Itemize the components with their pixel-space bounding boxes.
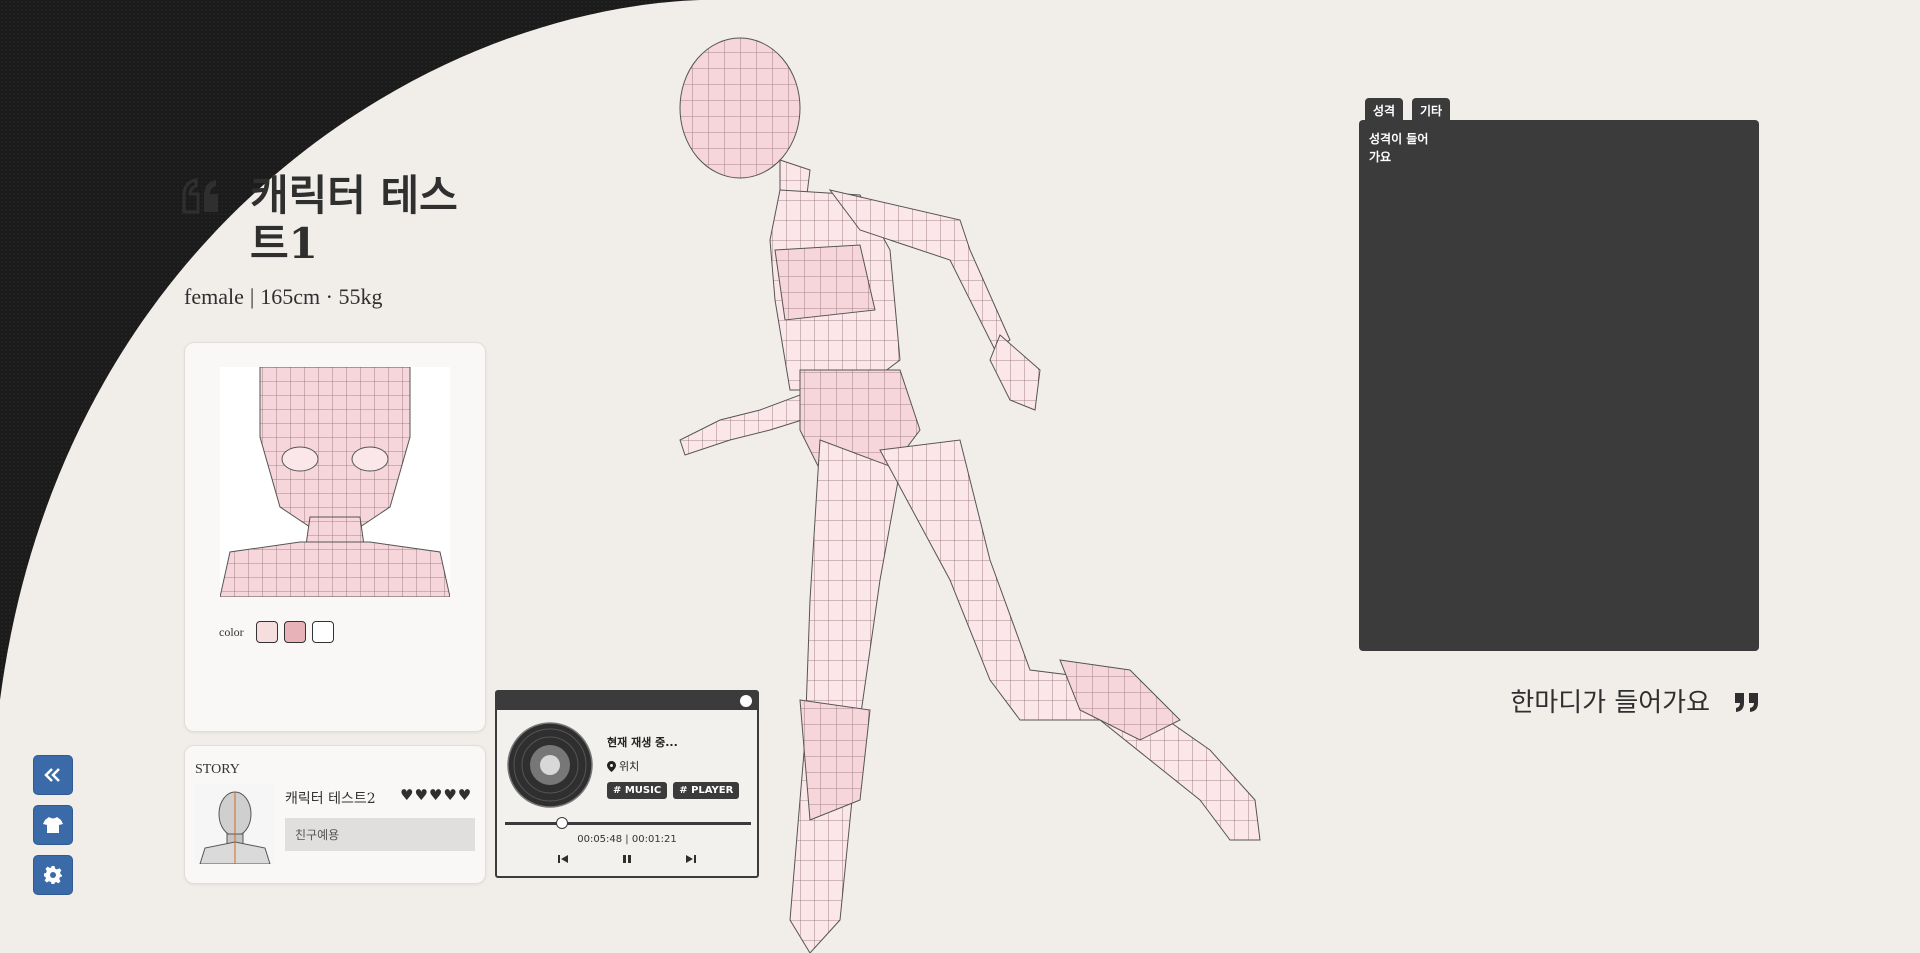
previous-track-icon[interactable] bbox=[556, 852, 570, 866]
color-label: color bbox=[219, 624, 244, 639]
location-pin-icon bbox=[607, 760, 616, 772]
now-playing-label: 현재 재생 중... bbox=[607, 736, 678, 749]
relationship-text: 친구예용 bbox=[285, 818, 475, 851]
open-quote-icon bbox=[182, 178, 218, 214]
tab-other[interactable]: 기타 bbox=[1412, 98, 1451, 122]
track-title: 위치 bbox=[607, 758, 639, 774]
tshirt-icon bbox=[43, 817, 63, 833]
color-swatch-light-pink[interactable] bbox=[255, 621, 278, 643]
gender-text: female bbox=[184, 284, 244, 309]
color-row: color bbox=[219, 621, 334, 643]
affection-hearts: ♥♥♥♥♥ bbox=[400, 786, 473, 804]
quote-text: 한마디가 들어가요 bbox=[1510, 688, 1710, 718]
story-character-name: 캐릭터 테스트2 bbox=[285, 791, 376, 807]
info-separator: | bbox=[249, 284, 255, 309]
character-name: 캐릭터 테스트1 bbox=[250, 171, 458, 268]
story-character-thumbnail[interactable] bbox=[195, 784, 275, 864]
character-info: female | 165cm · 55kg bbox=[184, 284, 382, 310]
track-title-text: 위치 bbox=[619, 760, 640, 773]
settings-button[interactable] bbox=[33, 855, 73, 895]
info-panel: 성격이 들어가요 bbox=[1359, 120, 1759, 651]
playback-time: 00:05:48 | 00:01:21 bbox=[577, 834, 677, 845]
pause-icon[interactable] bbox=[620, 852, 634, 866]
collapse-button[interactable] bbox=[33, 755, 73, 795]
player-tags: # MUSIC # PLAYER bbox=[607, 782, 740, 799]
next-track-icon[interactable] bbox=[684, 852, 698, 866]
color-swatch-pink[interactable] bbox=[283, 621, 306, 643]
panel-text: 성격이 들어가요 bbox=[1369, 132, 1429, 164]
player-controls bbox=[497, 852, 757, 866]
color-swatch-white[interactable] bbox=[311, 621, 334, 643]
progress-knob[interactable] bbox=[555, 817, 568, 829]
tag-music[interactable]: # MUSIC bbox=[607, 782, 668, 799]
progress-bar[interactable] bbox=[505, 817, 751, 829]
music-player: 현재 재생 중... 위치 # MUSIC # PLAYER 00:05:48 … bbox=[495, 690, 759, 878]
vinyl-record-icon bbox=[507, 722, 593, 808]
tag-player[interactable]: # PLAYER bbox=[673, 782, 740, 799]
stats-text: 165cm · 55kg bbox=[260, 284, 383, 309]
character-portrait bbox=[220, 367, 450, 597]
outfit-button[interactable] bbox=[33, 805, 73, 845]
player-close-button[interactable] bbox=[740, 695, 752, 707]
player-titlebar bbox=[497, 692, 757, 710]
double-chevron-left-icon bbox=[44, 768, 60, 782]
portrait-card: color bbox=[184, 342, 486, 732]
story-label: STORY bbox=[195, 762, 240, 777]
gear-icon bbox=[44, 866, 62, 884]
close-quote-icon bbox=[1735, 693, 1758, 712]
story-card: STORY 캐릭터 테스트2 ♥♥♥♥♥ 친구예용 bbox=[184, 745, 486, 884]
tab-personality[interactable]: 성격 bbox=[1365, 98, 1404, 122]
